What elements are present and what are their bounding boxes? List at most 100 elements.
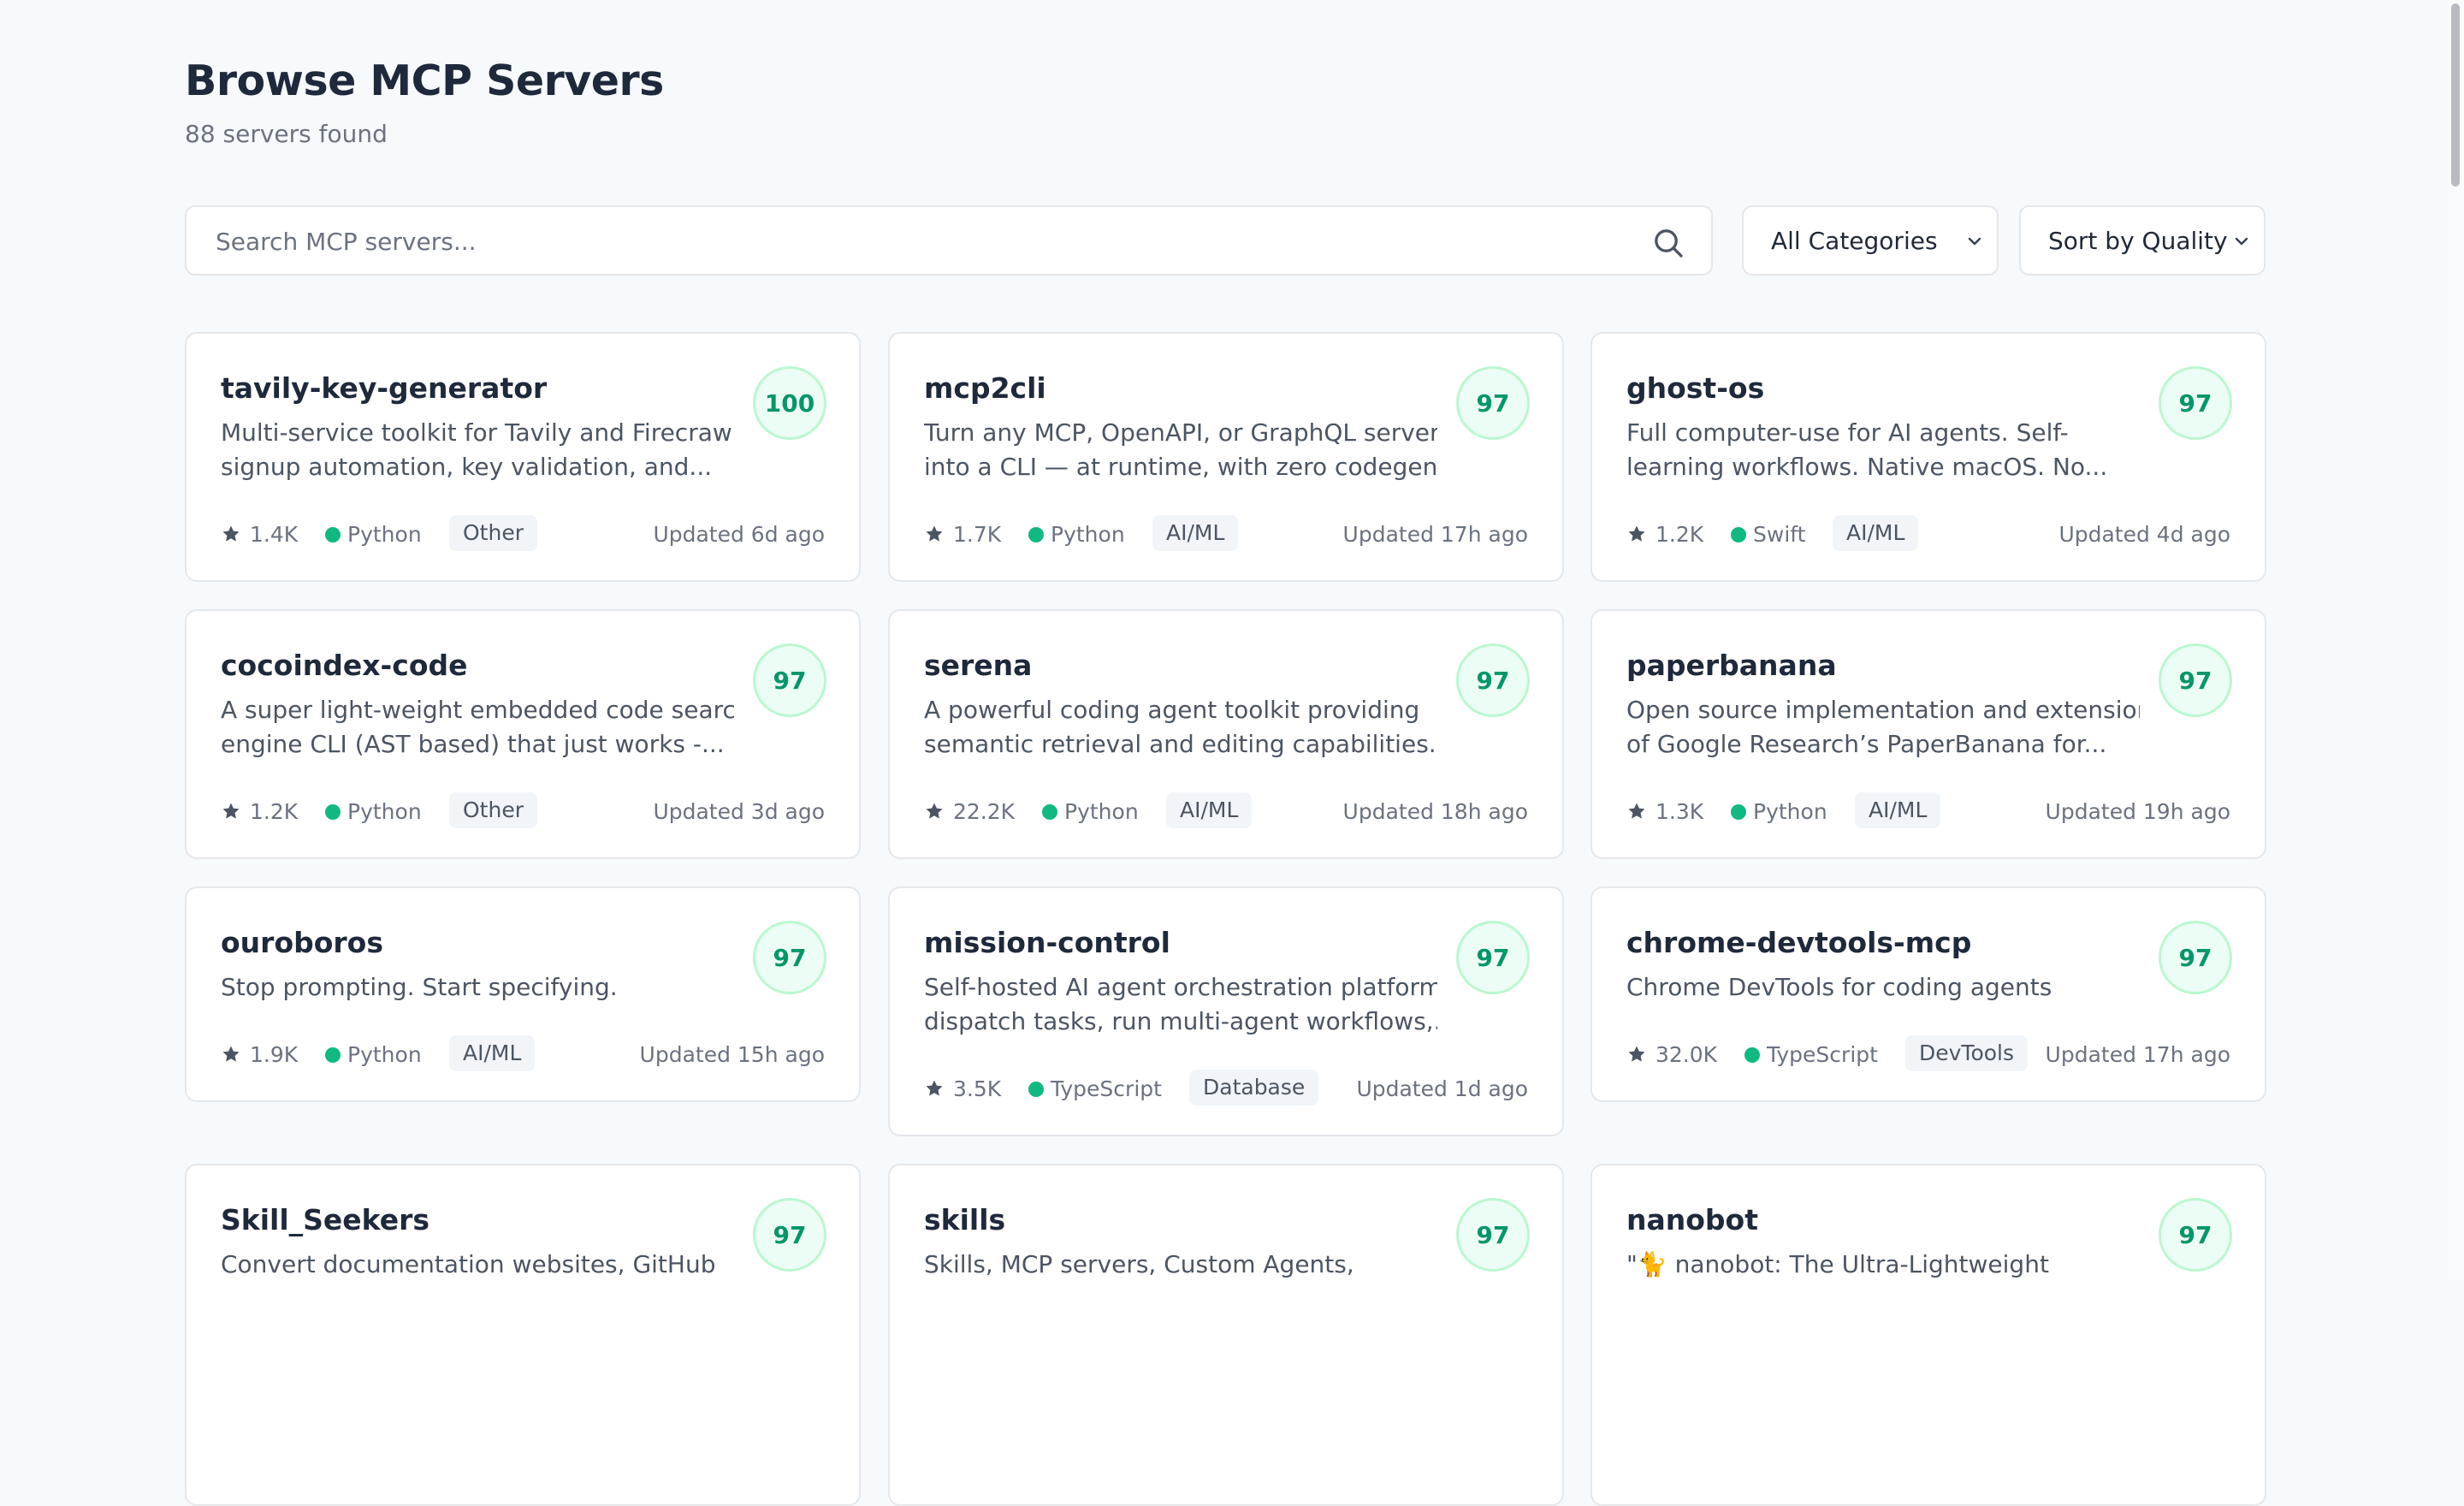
server-card[interactable]: nanobot "🐈 nanobot: The Ultra-Lightweight…: [1590, 1164, 2266, 1506]
star-icon: [924, 801, 945, 821]
server-card[interactable]: ouroboros Stop prompting. Start specifyin…: [185, 886, 861, 1102]
language-dot-icon: [1731, 804, 1746, 820]
server-description-line: learning workflows. Native macOS. No...: [1626, 453, 2108, 481]
server-name[interactable]: serena: [924, 649, 1032, 682]
quality-score-badge: 97: [753, 643, 826, 717]
language-label: Python: [1064, 799, 1139, 824]
quality-score-badge: 97: [753, 921, 826, 994]
quality-score-badge: 97: [2159, 1198, 2232, 1272]
sort-select[interactable]: Sort by Quality: [2019, 205, 2266, 276]
server-description-line: Multi-service toolkit for Tavily and Fir…: [221, 418, 734, 447]
search-icon[interactable]: [1651, 226, 1685, 260]
server-name[interactable]: chrome-devtools-mcp: [1626, 926, 1971, 959]
server-name[interactable]: mcp2cli: [924, 371, 1046, 405]
star-count: 1.9K: [250, 1042, 299, 1067]
server-meta: 1.7K Python AI/ML Updated 17h ago: [924, 515, 1528, 553]
server-description-line: Stop prompting. Start specifying.: [221, 973, 618, 1001]
server-name[interactable]: cocoindex-code: [221, 649, 468, 682]
server-description: A powerful coding agent toolkit providin…: [924, 693, 1437, 762]
star-count: 1.2K: [1656, 522, 1704, 547]
server-card[interactable]: chrome-devtools-mcp Chrome DevTools for c…: [1590, 886, 2266, 1102]
server-description-line: "🐈 nanobot: The Ultra-Lightweight: [1626, 1250, 2049, 1278]
search-input[interactable]: [214, 207, 1586, 276]
category-tag[interactable]: Database: [1189, 1070, 1319, 1106]
server-description-line: of Google Research’s PaperBanana for...: [1626, 730, 2107, 758]
quality-score-badge: 97: [1456, 921, 1530, 994]
category-tag[interactable]: AI/ML: [1166, 792, 1253, 828]
server-name[interactable]: mission-control: [924, 926, 1170, 959]
server-name[interactable]: ouroboros: [221, 926, 383, 959]
category-tag[interactable]: AI/ML: [1152, 515, 1239, 551]
updated-time: Updated 15h ago: [639, 1042, 825, 1067]
server-card[interactable]: ghost-os Full computer-use for AI agents.…: [1590, 332, 2266, 582]
language-dot-icon: [325, 527, 341, 543]
server-description: Stop prompting. Start specifying.: [221, 970, 734, 1005]
server-description-line: into a CLI — at runtime, with zero codeg…: [924, 453, 1437, 481]
category-tag[interactable]: Other: [449, 515, 537, 551]
quality-score-badge: 97: [2159, 921, 2232, 994]
server-card[interactable]: mission-control Self-hosted AI agent orch…: [888, 886, 1564, 1136]
chevron-down-icon: [1968, 237, 1981, 246]
server-name[interactable]: tavily-key-generator: [221, 371, 547, 405]
updated-time: Updated 3d ago: [653, 799, 825, 824]
star-icon: [1626, 524, 1647, 544]
scrollbar[interactable]: [2447, 0, 2464, 1280]
language-label: Python: [1051, 522, 1125, 547]
server-name[interactable]: skills: [924, 1203, 1005, 1236]
server-description-line: engine CLI (AST based) that just works -…: [221, 730, 725, 758]
server-description-line: Self-hosted AI agent orchestration platf…: [924, 973, 1437, 1001]
server-name[interactable]: paperbanana: [1626, 649, 1837, 682]
server-description-line: Turn any MCP, OpenAPI, or GraphQL server: [924, 418, 1437, 447]
sort-select-value: Sort by Quality: [2048, 227, 2228, 255]
result-count: 88 servers found: [185, 120, 388, 148]
category-tag[interactable]: AI/ML: [1833, 515, 1919, 551]
star-icon: [924, 524, 945, 544]
server-card[interactable]: skills Skills, MCP servers, Custom Agents…: [888, 1164, 1564, 1506]
server-name[interactable]: nanobot: [1626, 1203, 1758, 1236]
server-description-line: Chrome DevTools for coding agents: [1626, 973, 2052, 1001]
server-card[interactable]: serena A powerful coding agent toolkit pr…: [888, 609, 1564, 859]
server-description: "🐈 nanobot: The Ultra-Lightweight: [1626, 1248, 2140, 1282]
category-tag[interactable]: DevTools: [1905, 1035, 2029, 1071]
language-dot-icon: [1042, 804, 1057, 820]
language-label: Python: [347, 1042, 422, 1067]
star-icon: [1626, 801, 1647, 821]
server-meta: 1.2K Swift AI/ML Updated 4d ago: [1626, 515, 2230, 553]
language-label: Python: [347, 522, 422, 547]
server-description: Open source implementation and extension…: [1626, 693, 2140, 762]
quality-score-badge: 97: [753, 1198, 826, 1272]
updated-time: Updated 17h ago: [1342, 522, 1528, 547]
category-tag[interactable]: AI/ML: [1855, 792, 1941, 828]
server-description: Self-hosted AI agent orchestration platf…: [924, 970, 1437, 1039]
server-card[interactable]: cocoindex-code A super light-weight embed…: [185, 609, 861, 859]
server-card[interactable]: Skill_Seekers Convert documentation websi…: [185, 1164, 861, 1506]
star-count: 22.2K: [953, 799, 1016, 824]
server-card[interactable]: tavily-key-generator Multi-service toolki…: [185, 332, 861, 582]
page-title: Browse MCP Servers: [185, 56, 664, 105]
quality-score-badge: 97: [1456, 366, 1530, 440]
category-select[interactable]: All Categories: [1742, 205, 1999, 276]
quality-score-badge: 97: [2159, 366, 2232, 440]
star-count: 1.3K: [1656, 799, 1704, 824]
search-box[interactable]: [185, 205, 1713, 276]
category-tag[interactable]: Other: [449, 792, 537, 828]
server-card[interactable]: mcp2cli Turn any MCP, OpenAPI, or GraphQL…: [888, 332, 1564, 582]
updated-time: Updated 6d ago: [653, 522, 825, 547]
server-description-line: Convert documentation websites, GitHub: [221, 1250, 716, 1278]
server-description: Multi-service toolkit for Tavily and Fir…: [221, 416, 734, 484]
quality-score-badge: 100: [753, 366, 826, 440]
updated-time: Updated 17h ago: [2045, 1042, 2230, 1067]
star-icon: [924, 1078, 945, 1099]
language-dot-icon: [1028, 527, 1044, 543]
server-name[interactable]: Skill_Seekers: [221, 1203, 429, 1236]
star-icon: [221, 524, 241, 544]
scrollbar-thumb[interactable]: [2451, 3, 2460, 187]
star-count: 1.7K: [953, 522, 1002, 547]
star-icon: [1626, 1044, 1647, 1064]
server-meta: 1.3K Python AI/ML Updated 19h ago: [1626, 792, 2230, 830]
star-icon: [221, 1044, 241, 1064]
category-tag[interactable]: AI/ML: [449, 1035, 536, 1071]
server-name[interactable]: ghost-os: [1626, 371, 1764, 405]
server-card[interactable]: paperbanana Open source implementation an…: [1590, 609, 2266, 859]
star-count: 32.0K: [1656, 1042, 1718, 1067]
